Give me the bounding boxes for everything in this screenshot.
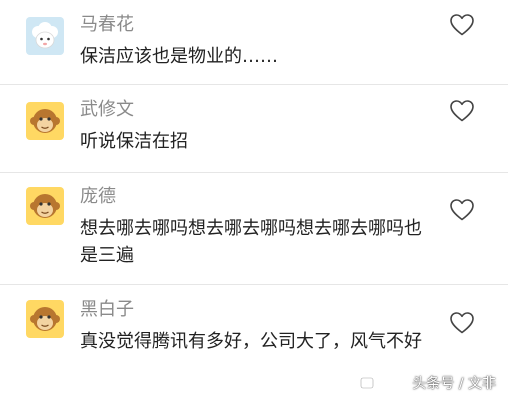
comment-username[interactable]: 黑白子 — [80, 299, 134, 321]
comment-text: 保洁应该也是物业的…… — [80, 46, 278, 67]
comment-text: 想去哪去哪吗想去哪去哪吗想去哪去哪吗也是三遍 — [80, 218, 422, 266]
monkey-avatar-icon[interactable] — [26, 300, 64, 338]
comment-username[interactable]: 武修文 — [80, 99, 134, 121]
watermark-text: 头条号 / 文非 — [412, 376, 496, 392]
divider — [0, 284, 508, 285]
comment-text: 听说保洁在招 — [80, 131, 188, 152]
toutiao-logo-icon — [360, 375, 380, 391]
monkey-avatar-icon[interactable] — [26, 187, 64, 225]
sheep-avatar-icon[interactable] — [26, 17, 64, 55]
heart-like-icon[interactable] — [449, 13, 475, 37]
heart-like-icon[interactable] — [449, 99, 475, 123]
monkey-avatar-icon[interactable] — [26, 102, 64, 140]
divider — [0, 84, 508, 85]
comment-text: 真没觉得腾讯有多好，公司大了，风气不好 — [80, 331, 422, 352]
divider — [0, 172, 508, 173]
heart-like-icon[interactable] — [449, 311, 475, 335]
comment-username[interactable]: 庞德 — [80, 186, 116, 208]
comment-username[interactable]: 马春花 — [80, 14, 134, 36]
heart-like-icon[interactable] — [449, 198, 475, 222]
